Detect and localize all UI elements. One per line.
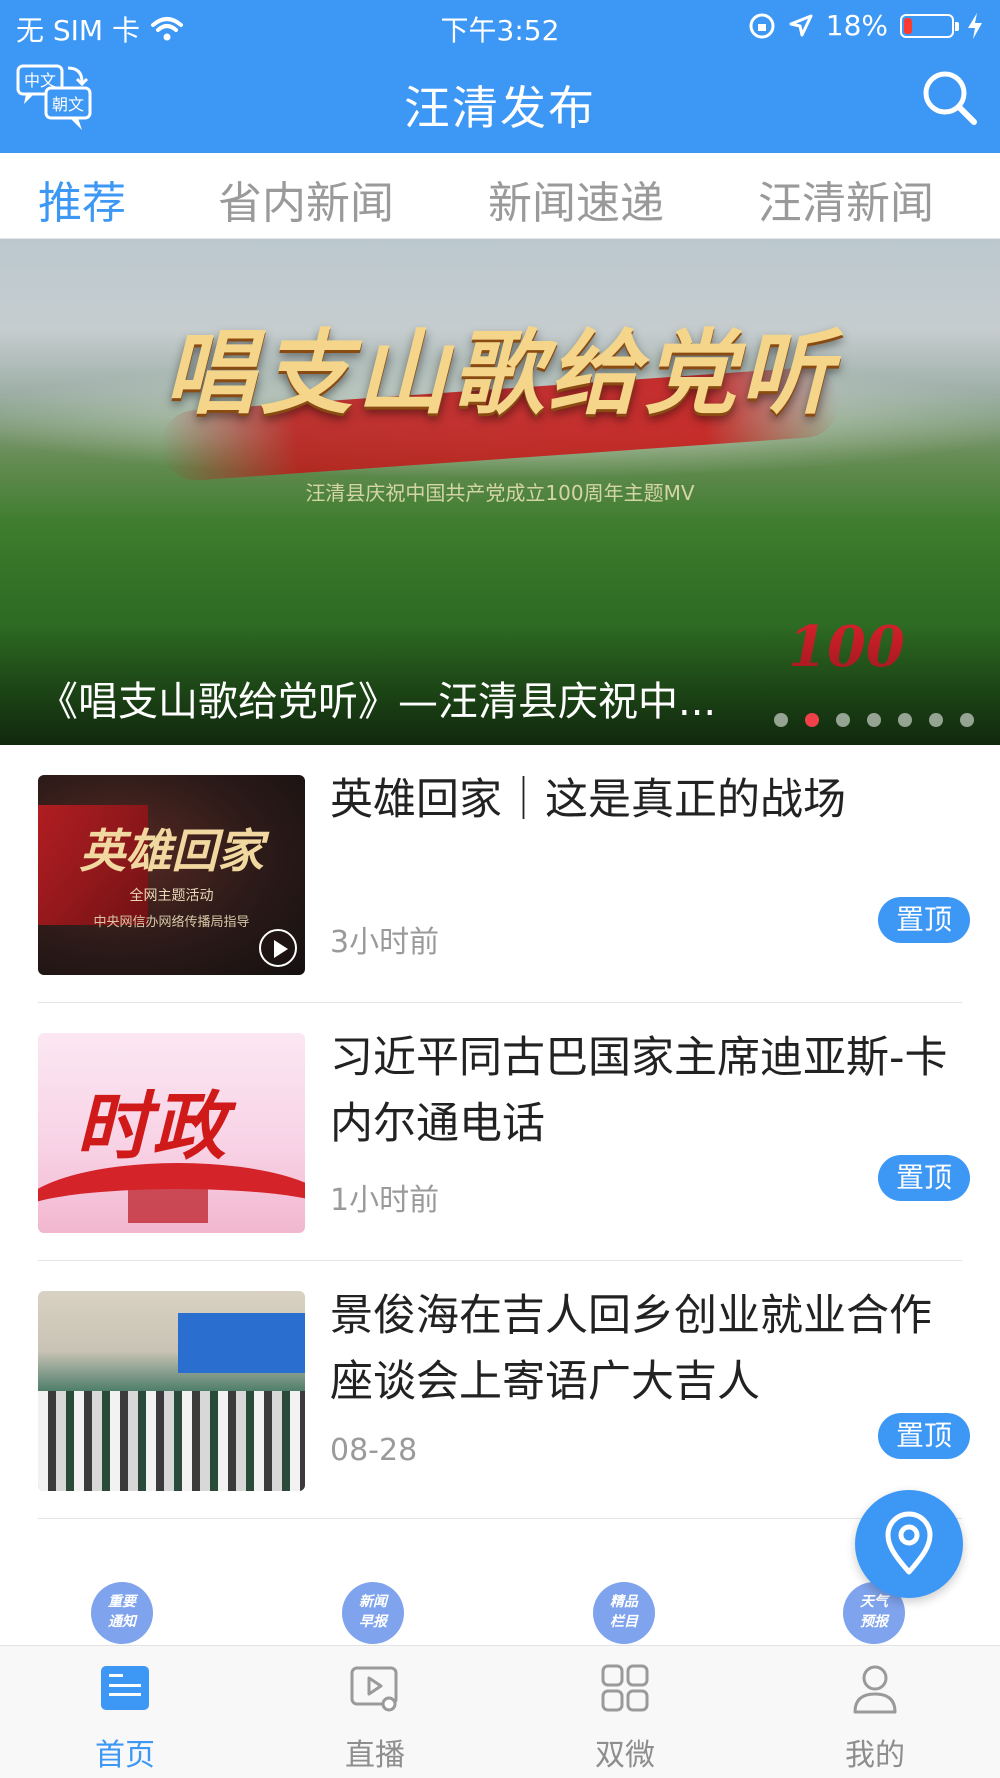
carousel-dot[interactable] <box>929 713 943 727</box>
tabbar-label: 首页 <box>95 1738 155 1773</box>
status-bar: 无 SIM 卡 下午3:52 18% <box>0 0 1000 50</box>
news-title: 英雄回家｜这是真正的战场 <box>330 775 846 825</box>
carousel-indicator <box>774 713 974 727</box>
play-icon <box>259 929 297 967</box>
location-button[interactable] <box>855 1490 963 1598</box>
news-title: 习近平同古巴国家主席迪亚斯-卡内尔通电话 <box>330 1033 948 1149</box>
tab-recommend[interactable]: 推荐 <box>38 167 126 231</box>
tabbar-dual-micro[interactable]: 双微 <box>550 1660 700 1774</box>
news-thumbnail: 时政 <box>38 1033 305 1233</box>
battery-level <box>904 17 912 34</box>
pinned-badge: 置顶 <box>878 897 970 943</box>
pinned-badge: 置顶 <box>878 1413 970 1459</box>
carousel-dot[interactable] <box>867 713 881 727</box>
pinned-badge: 置顶 <box>878 1155 970 1201</box>
search-icon[interactable] <box>920 68 980 128</box>
news-time: 08-28 <box>330 1433 418 1468</box>
news-thumbnail: 英雄回家 全网主题活动 中央网信办网络传播局指导 <box>38 775 305 975</box>
tabbar-live[interactable]: 直播 <box>300 1660 450 1774</box>
news-item[interactable]: 景俊海在吉人回乡创业就业合作座谈会上寄语广大吉人 08-28 置顶 <box>0 1261 1000 1519</box>
news-time: 3小时前 <box>330 925 440 960</box>
location-pin-icon <box>885 1511 933 1575</box>
battery-percent: 18% <box>825 9 888 42</box>
charging-bolt-icon <box>968 12 982 39</box>
tabbar-home[interactable]: 首页 <box>50 1660 200 1774</box>
banner-carousel[interactable]: 唱支山歌给党听 汪清县庆祝中国共产党成立100周年主题MV 100 《唱支山歌给… <box>0 239 1000 745</box>
quick-link-featured-columns[interactable]: 精品 栏目 <box>593 1582 655 1644</box>
news-title: 景俊海在吉人回乡创业就业合作座谈会上寄语广大吉人 <box>330 1291 932 1407</box>
news-icon <box>101 1666 149 1710</box>
carousel-dot[interactable] <box>805 713 819 727</box>
location-arrow-icon <box>789 14 813 36</box>
top-bar: 无 SIM 卡 下午3:52 18% 中文 朝文 汪清发布 <box>0 0 1000 153</box>
nav-bar: 中文 朝文 汪清发布 <box>0 58 1000 146</box>
app-screen: 无 SIM 卡 下午3:52 18% 中文 朝文 汪清发布 推荐 省内新闻 新闻… <box>0 0 1000 1778</box>
news-item[interactable]: 英雄回家 全网主题活动 中央网信办网络传播局指导 英雄回家｜这是真正的战场 3小… <box>0 745 1000 1003</box>
news-time: 1小时前 <box>330 1183 440 1218</box>
meeting-attendees-graphic <box>38 1391 305 1491</box>
orientation-lock-icon <box>749 13 775 38</box>
banner-caption: 《唱支山歌给党听》—汪清县庆祝中... <box>38 679 717 725</box>
red-wave-graphic <box>38 1163 305 1233</box>
carousel-dot[interactable] <box>898 713 912 727</box>
thumbnail-title: 英雄回家 <box>79 824 264 878</box>
tab-wangqing-news[interactable]: 汪清新闻 <box>758 167 934 231</box>
live-video-icon <box>350 1666 398 1712</box>
person-icon <box>853 1665 897 1714</box>
quick-link-morning-news[interactable]: 新闻 早报 <box>342 1582 404 1644</box>
thumbnail-title: 时政 <box>76 1084 228 1170</box>
news-thumbnail <box>38 1291 305 1491</box>
carousel-dot[interactable] <box>960 713 974 727</box>
battery-icon <box>900 13 959 38</box>
page-title: 汪清发布 <box>404 81 596 135</box>
tabbar-mine[interactable]: 我的 <box>800 1660 950 1774</box>
quick-link-important-notice[interactable]: 重要 通知 <box>91 1582 153 1644</box>
category-tabs: 推荐 省内新闻 新闻速递 汪清新闻 <box>0 153 1000 239</box>
banner-art-title: 唱支山歌给党听 <box>163 319 836 427</box>
tab-news-express[interactable]: 新闻速递 <box>488 167 664 231</box>
tabbar-label: 直播 <box>345 1738 405 1773</box>
divider <box>38 1518 962 1519</box>
tabbar-label: 双微 <box>595 1738 655 1773</box>
banner-art-subtitle: 汪清县庆祝中国共产党成立100周年主题MV <box>305 481 695 505</box>
meeting-screen-graphic <box>178 1313 305 1373</box>
thumbnail-credit: 中央网信办网络传播局指导 <box>93 915 250 930</box>
bottom-tab-bar: 首页 直播 双微 我的 <box>0 1645 1000 1778</box>
carousel-dot[interactable] <box>836 713 850 727</box>
carousel-dot[interactable] <box>774 713 788 727</box>
grid-icon <box>601 1664 649 1712</box>
thumbnail-subtitle: 全网主题活动 <box>129 888 214 904</box>
status-right: 18% <box>748 9 984 42</box>
tabbar-label: 我的 <box>845 1738 905 1773</box>
tab-province-news[interactable]: 省内新闻 <box>218 167 394 231</box>
news-item[interactable]: 时政 习近平同古巴国家主席迪亚斯-卡内尔通电话 1小时前 置顶 <box>0 1003 1000 1261</box>
